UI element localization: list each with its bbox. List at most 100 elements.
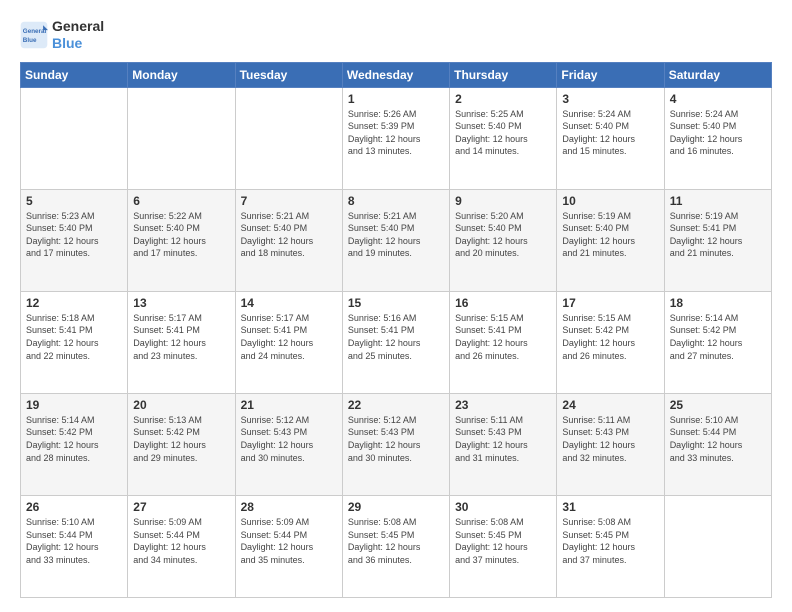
day-info: Sunrise: 5:09 AM Sunset: 5:44 PM Dayligh… bbox=[241, 516, 337, 566]
day-info: Sunrise: 5:21 AM Sunset: 5:40 PM Dayligh… bbox=[348, 210, 444, 260]
day-info: Sunrise: 5:13 AM Sunset: 5:42 PM Dayligh… bbox=[133, 414, 229, 464]
calendar-cell bbox=[128, 87, 235, 189]
day-info: Sunrise: 5:24 AM Sunset: 5:40 PM Dayligh… bbox=[670, 108, 766, 158]
day-info: Sunrise: 5:14 AM Sunset: 5:42 PM Dayligh… bbox=[26, 414, 122, 464]
page: General Blue General Blue SundayMondayTu… bbox=[0, 0, 792, 612]
day-info: Sunrise: 5:19 AM Sunset: 5:41 PM Dayligh… bbox=[670, 210, 766, 260]
calendar-cell: 7Sunrise: 5:21 AM Sunset: 5:40 PM Daylig… bbox=[235, 189, 342, 291]
weekday-header: Sunday bbox=[21, 62, 128, 87]
day-number: 5 bbox=[26, 194, 122, 208]
logo-line2: Blue bbox=[52, 35, 82, 51]
calendar-cell: 28 Sunrise: 5:09 AM Sunset: 5:44 PM Dayli… bbox=[235, 495, 342, 597]
day-info: Sunrise: 5:08 AM Sunset: 5:45 PM Dayligh… bbox=[455, 516, 551, 566]
calendar-cell bbox=[664, 495, 771, 597]
day-info: Sunrise: 5:23 AM Sunset: 5:40 PM Dayligh… bbox=[26, 210, 122, 260]
calendar-cell: 16 Sunrise: 5:15 AM Sunset: 5:41 PM Dayli… bbox=[450, 291, 557, 393]
day-info: Sunrise: 5:19 AM Sunset: 5:40 PM Dayligh… bbox=[562, 210, 658, 260]
day-info: Sunrise: 5:10 AM Sunset: 5:44 PM Dayligh… bbox=[670, 414, 766, 464]
day-number: 1 bbox=[348, 92, 444, 106]
calendar-cell: 2 Sunrise: 5:25 AM Sunset: 5:40 PM Daylig… bbox=[450, 87, 557, 189]
day-info: Sunrise: 5:09 AM Sunset: 5:44 PM Dayligh… bbox=[133, 516, 229, 566]
svg-text:Blue: Blue bbox=[23, 37, 37, 44]
day-number: 22 bbox=[348, 398, 444, 412]
weekday-header: Saturday bbox=[664, 62, 771, 87]
calendar-cell: 3 Sunrise: 5:24 AM Sunset: 5:40 PM Daylig… bbox=[557, 87, 664, 189]
calendar-week-row: 1Sunrise: 5:26 AM Sunset: 5:39 PM Daylig… bbox=[21, 87, 772, 189]
calendar-cell: 30 Sunrise: 5:08 AM Sunset: 5:45 PM Dayli… bbox=[450, 495, 557, 597]
weekday-header: Friday bbox=[557, 62, 664, 87]
day-number: 23 bbox=[455, 398, 551, 412]
day-info: Sunrise: 5:08 AM Sunset: 5:45 PM Dayligh… bbox=[348, 516, 444, 566]
header: General Blue General Blue bbox=[20, 18, 772, 52]
calendar-cell: 5 Sunrise: 5:23 AM Sunset: 5:40 PM Daylig… bbox=[21, 189, 128, 291]
day-info: Sunrise: 5:08 AM Sunset: 5:45 PM Dayligh… bbox=[562, 516, 658, 566]
day-number: 31 bbox=[562, 500, 658, 514]
day-number: 27 bbox=[133, 500, 229, 514]
calendar-cell: 4 Sunrise: 5:24 AM Sunset: 5:40 PM Daylig… bbox=[664, 87, 771, 189]
calendar-cell bbox=[21, 87, 128, 189]
logo: General Blue General Blue bbox=[20, 18, 104, 52]
calendar-cell: 15Sunrise: 5:16 AM Sunset: 5:41 PM Dayli… bbox=[342, 291, 449, 393]
day-number: 28 bbox=[241, 500, 337, 514]
day-number: 15 bbox=[348, 296, 444, 310]
calendar-body: 1Sunrise: 5:26 AM Sunset: 5:39 PM Daylig… bbox=[21, 87, 772, 597]
day-info: Sunrise: 5:12 AM Sunset: 5:43 PM Dayligh… bbox=[348, 414, 444, 464]
day-number: 20 bbox=[133, 398, 229, 412]
calendar-week-row: 19 Sunrise: 5:14 AM Sunset: 5:42 PM Dayli… bbox=[21, 393, 772, 495]
day-number: 12 bbox=[26, 296, 122, 310]
day-info: Sunrise: 5:14 AM Sunset: 5:42 PM Dayligh… bbox=[670, 312, 766, 362]
day-info: Sunrise: 5:12 AM Sunset: 5:43 PM Dayligh… bbox=[241, 414, 337, 464]
day-info: Sunrise: 5:18 AM Sunset: 5:41 PM Dayligh… bbox=[26, 312, 122, 362]
weekday-header: Thursday bbox=[450, 62, 557, 87]
calendar-cell: 12 Sunrise: 5:18 AM Sunset: 5:41 PM Dayli… bbox=[21, 291, 128, 393]
weekday-header: Wednesday bbox=[342, 62, 449, 87]
day-info: Sunrise: 5:10 AM Sunset: 5:44 PM Dayligh… bbox=[26, 516, 122, 566]
calendar-cell: 29 Sunrise: 5:08 AM Sunset: 5:45 PM Dayli… bbox=[342, 495, 449, 597]
calendar-cell: 1Sunrise: 5:26 AM Sunset: 5:39 PM Daylig… bbox=[342, 87, 449, 189]
day-number: 18 bbox=[670, 296, 766, 310]
calendar-week-row: 5 Sunrise: 5:23 AM Sunset: 5:40 PM Daylig… bbox=[21, 189, 772, 291]
day-number: 14 bbox=[241, 296, 337, 310]
day-info: Sunrise: 5:24 AM Sunset: 5:40 PM Dayligh… bbox=[562, 108, 658, 158]
day-number: 11 bbox=[670, 194, 766, 208]
weekday-header: Monday bbox=[128, 62, 235, 87]
day-number: 17 bbox=[562, 296, 658, 310]
day-info: Sunrise: 5:11 AM Sunset: 5:43 PM Dayligh… bbox=[455, 414, 551, 464]
day-number: 7 bbox=[241, 194, 337, 208]
day-info: Sunrise: 5:15 AM Sunset: 5:41 PM Dayligh… bbox=[455, 312, 551, 362]
calendar-cell: 11 Sunrise: 5:19 AM Sunset: 5:41 PM Dayli… bbox=[664, 189, 771, 291]
day-number: 25 bbox=[670, 398, 766, 412]
day-number: 30 bbox=[455, 500, 551, 514]
calendar-week-row: 12 Sunrise: 5:18 AM Sunset: 5:41 PM Dayli… bbox=[21, 291, 772, 393]
calendar-cell: 19 Sunrise: 5:14 AM Sunset: 5:42 PM Dayli… bbox=[21, 393, 128, 495]
calendar-cell: 9Sunrise: 5:20 AM Sunset: 5:40 PM Daylig… bbox=[450, 189, 557, 291]
day-number: 9 bbox=[455, 194, 551, 208]
calendar-cell: 21 Sunrise: 5:12 AM Sunset: 5:43 PM Dayli… bbox=[235, 393, 342, 495]
calendar-cell: 25 Sunrise: 5:10 AM Sunset: 5:44 PM Dayli… bbox=[664, 393, 771, 495]
logo-text: General Blue bbox=[52, 18, 104, 52]
logo-line1: General bbox=[52, 18, 104, 35]
calendar-cell: 10Sunrise: 5:19 AM Sunset: 5:40 PM Dayli… bbox=[557, 189, 664, 291]
calendar-cell: 20 Sunrise: 5:13 AM Sunset: 5:42 PM Dayli… bbox=[128, 393, 235, 495]
calendar-table: SundayMondayTuesdayWednesdayThursdayFrid… bbox=[20, 62, 772, 598]
calendar-cell: 14Sunrise: 5:17 AM Sunset: 5:41 PM Dayli… bbox=[235, 291, 342, 393]
day-number: 4 bbox=[670, 92, 766, 106]
day-number: 16 bbox=[455, 296, 551, 310]
svg-text:General: General bbox=[23, 28, 47, 35]
day-number: 13 bbox=[133, 296, 229, 310]
day-number: 2 bbox=[455, 92, 551, 106]
calendar-cell: 23 Sunrise: 5:11 AM Sunset: 5:43 PM Dayli… bbox=[450, 393, 557, 495]
calendar-cell: 26Sunrise: 5:10 AM Sunset: 5:44 PM Dayli… bbox=[21, 495, 128, 597]
day-number: 29 bbox=[348, 500, 444, 514]
calendar-cell: 31 Sunrise: 5:08 AM Sunset: 5:45 PM Dayli… bbox=[557, 495, 664, 597]
day-info: Sunrise: 5:25 AM Sunset: 5:40 PM Dayligh… bbox=[455, 108, 551, 158]
day-info: Sunrise: 5:17 AM Sunset: 5:41 PM Dayligh… bbox=[133, 312, 229, 362]
day-number: 19 bbox=[26, 398, 122, 412]
weekday-header: Tuesday bbox=[235, 62, 342, 87]
day-info: Sunrise: 5:15 AM Sunset: 5:42 PM Dayligh… bbox=[562, 312, 658, 362]
day-number: 21 bbox=[241, 398, 337, 412]
day-number: 3 bbox=[562, 92, 658, 106]
day-info: Sunrise: 5:11 AM Sunset: 5:43 PM Dayligh… bbox=[562, 414, 658, 464]
calendar-cell: 22 Sunrise: 5:12 AM Sunset: 5:43 PM Dayli… bbox=[342, 393, 449, 495]
calendar-cell bbox=[235, 87, 342, 189]
